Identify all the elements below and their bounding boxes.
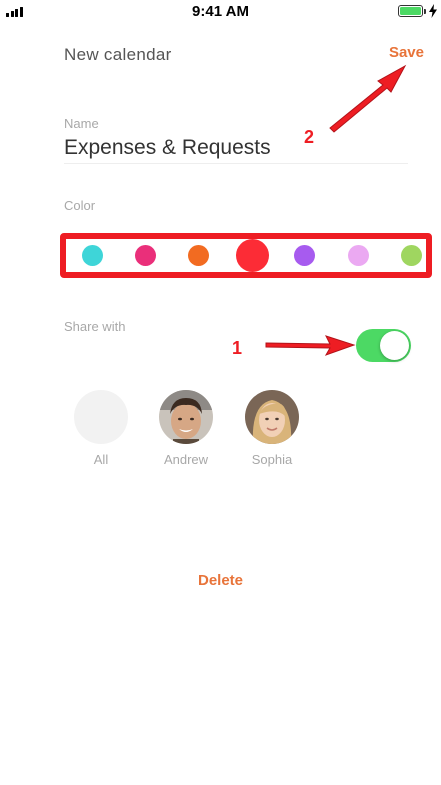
battery-icon xyxy=(398,5,423,17)
avatar-andrew xyxy=(159,390,213,444)
page-title: New calendar xyxy=(64,45,172,64)
color-swatch-green[interactable] xyxy=(400,245,422,266)
color-swatch-purple[interactable] xyxy=(293,245,315,266)
color-swatch-orange[interactable] xyxy=(187,245,209,266)
annotation-number-1: 1 xyxy=(232,338,243,358)
name-label: Name xyxy=(64,116,99,131)
color-picker xyxy=(60,233,432,278)
arrow-1-icon xyxy=(265,335,356,356)
user-name: Sophia xyxy=(251,452,293,467)
battery-cap xyxy=(424,9,426,14)
share-toggle[interactable] xyxy=(356,329,411,362)
color-swatch-red[interactable] xyxy=(235,239,269,272)
delete-button[interactable]: Delete xyxy=(0,572,441,589)
user-name: All xyxy=(93,452,109,467)
share-with-label: Share with xyxy=(64,319,126,334)
share-user-all[interactable]: All xyxy=(66,390,136,467)
save-button[interactable]: Save xyxy=(389,44,424,61)
annotation-number-2: 2 xyxy=(304,127,315,147)
avatar-all xyxy=(74,390,128,444)
avatar-sophia xyxy=(245,390,299,444)
color-label: Color xyxy=(64,198,96,213)
color-swatch-light-pink[interactable] xyxy=(347,245,369,266)
name-input[interactable] xyxy=(64,132,408,164)
color-swatch-pink[interactable] xyxy=(134,245,156,266)
color-swatch-cyan[interactable] xyxy=(81,245,103,266)
status-bar: 9:41 AM xyxy=(0,0,441,24)
share-user-andrew[interactable]: Andrew xyxy=(151,390,221,467)
toggle-knob xyxy=(380,331,409,360)
charging-icon xyxy=(429,4,437,18)
user-name: Andrew xyxy=(163,452,209,467)
share-user-sophia[interactable]: Sophia xyxy=(237,390,307,467)
status-time: 9:41 AM xyxy=(192,3,249,20)
arrow-2-icon xyxy=(329,64,407,133)
